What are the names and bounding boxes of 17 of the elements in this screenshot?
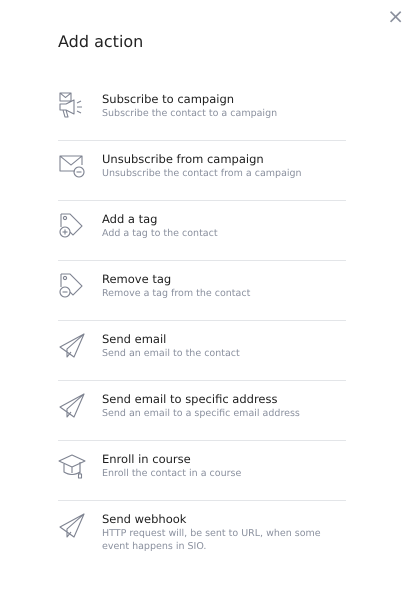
action-description: Send an email to the contact <box>102 347 240 360</box>
action-title[interactable]: Send webhook <box>102 512 186 526</box>
action-description: HTTP request will, be sent to URL, when some event happens in SIO. <box>102 527 322 553</box>
action-description: Subscribe the contact to a campaign <box>102 107 278 120</box>
action-title[interactable]: Enroll in course <box>102 452 191 466</box>
action-title[interactable]: Add a tag <box>102 212 158 226</box>
action-description: Add a tag to the contact <box>102 227 218 240</box>
action-description: Unsubscribe the contact from a campaign <box>102 167 302 180</box>
action-description: Send an email to a specific email address <box>102 407 300 420</box>
action-title[interactable]: Subscribe to campaign <box>102 92 234 106</box>
action-title[interactable]: Send email <box>102 332 166 346</box>
dialog-title: Add action <box>58 32 144 51</box>
action-description: Remove a tag from the contact <box>102 287 250 300</box>
action-title[interactable]: Send email to specific address <box>102 392 278 406</box>
action-title[interactable]: Unsubscribe from campaign <box>102 152 264 166</box>
action-title[interactable]: Remove tag <box>102 272 172 286</box>
action-description: Enroll the contact in a course <box>102 467 242 480</box>
